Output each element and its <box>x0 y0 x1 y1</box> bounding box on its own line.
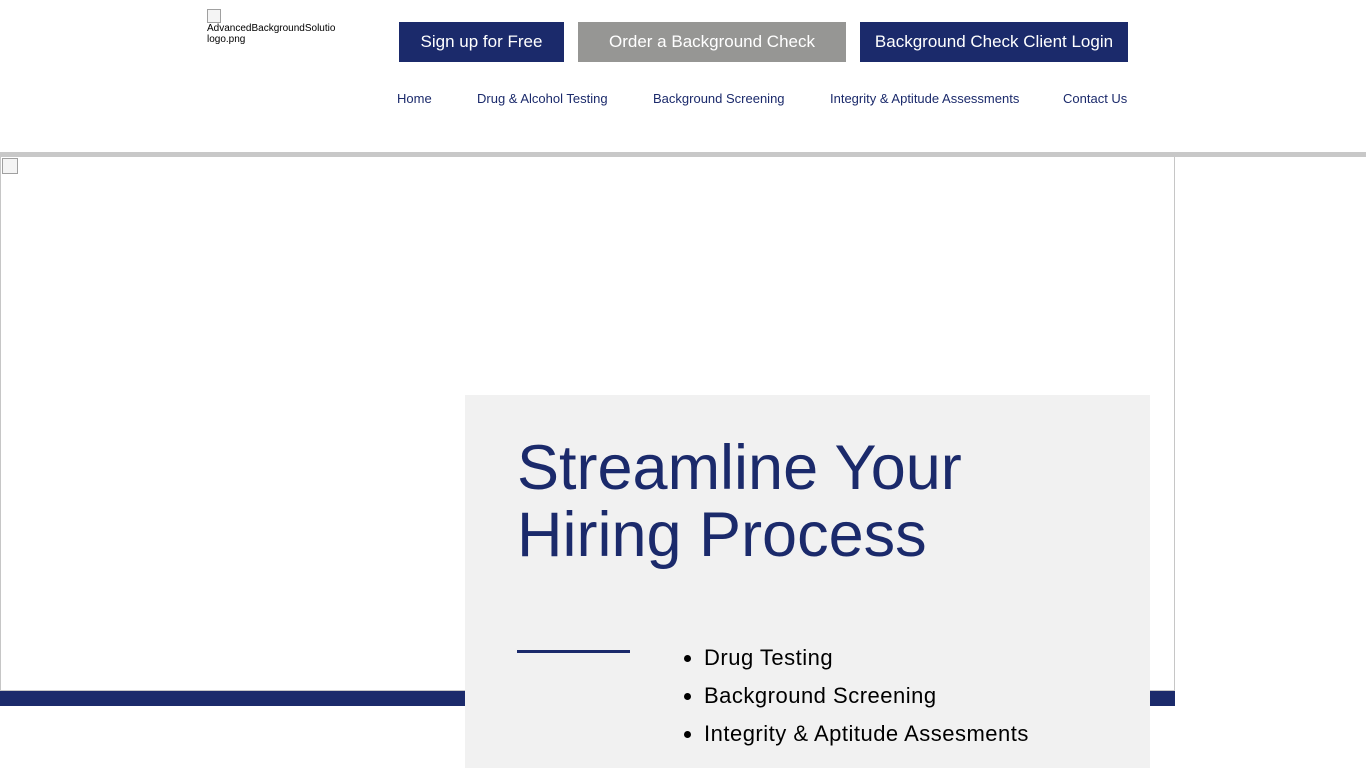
site-logo[interactable]: AdvancedBackgroundSolutio logo.png <box>207 9 337 49</box>
services-list: Drug Testing Background Screening Integr… <box>684 639 1029 753</box>
page: AdvancedBackgroundSolutio logo.png Sign … <box>0 0 1366 768</box>
list-item: Integrity & Aptitude Assesments <box>704 715 1029 753</box>
hero-card: Streamline Your Hiring Process Drug Test… <box>465 395 1150 768</box>
broken-image-icon <box>207 9 221 23</box>
nav-item-drug-alcohol-testing[interactable]: Drug & Alcohol Testing <box>477 91 608 106</box>
main-nav: Home Drug & Alcohol Testing Background S… <box>0 91 1366 111</box>
nav-item-contact-us[interactable]: Contact Us <box>1063 91 1127 106</box>
broken-image-icon <box>2 158 18 174</box>
order-background-check-button[interactable]: Order a Background Check <box>578 22 846 62</box>
nav-item-home[interactable]: Home <box>397 91 432 106</box>
client-login-button[interactable]: Background Check Client Login <box>860 22 1128 62</box>
hero-rule <box>517 650 630 653</box>
nav-item-background-screening[interactable]: Background Screening <box>653 91 785 106</box>
list-item: Background Screening <box>704 677 1029 715</box>
hero-title: Streamline Your Hiring Process <box>517 433 962 570</box>
sign-up-button[interactable]: Sign up for Free <box>399 22 564 62</box>
logo-alt-line-2: logo.png <box>207 34 246 45</box>
nav-item-integrity-aptitude[interactable]: Integrity & Aptitude Assessments <box>830 91 1019 106</box>
logo-alt-line-1: AdvancedBackgroundSolutio <box>207 23 336 34</box>
list-item: Drug Testing <box>704 639 1029 677</box>
